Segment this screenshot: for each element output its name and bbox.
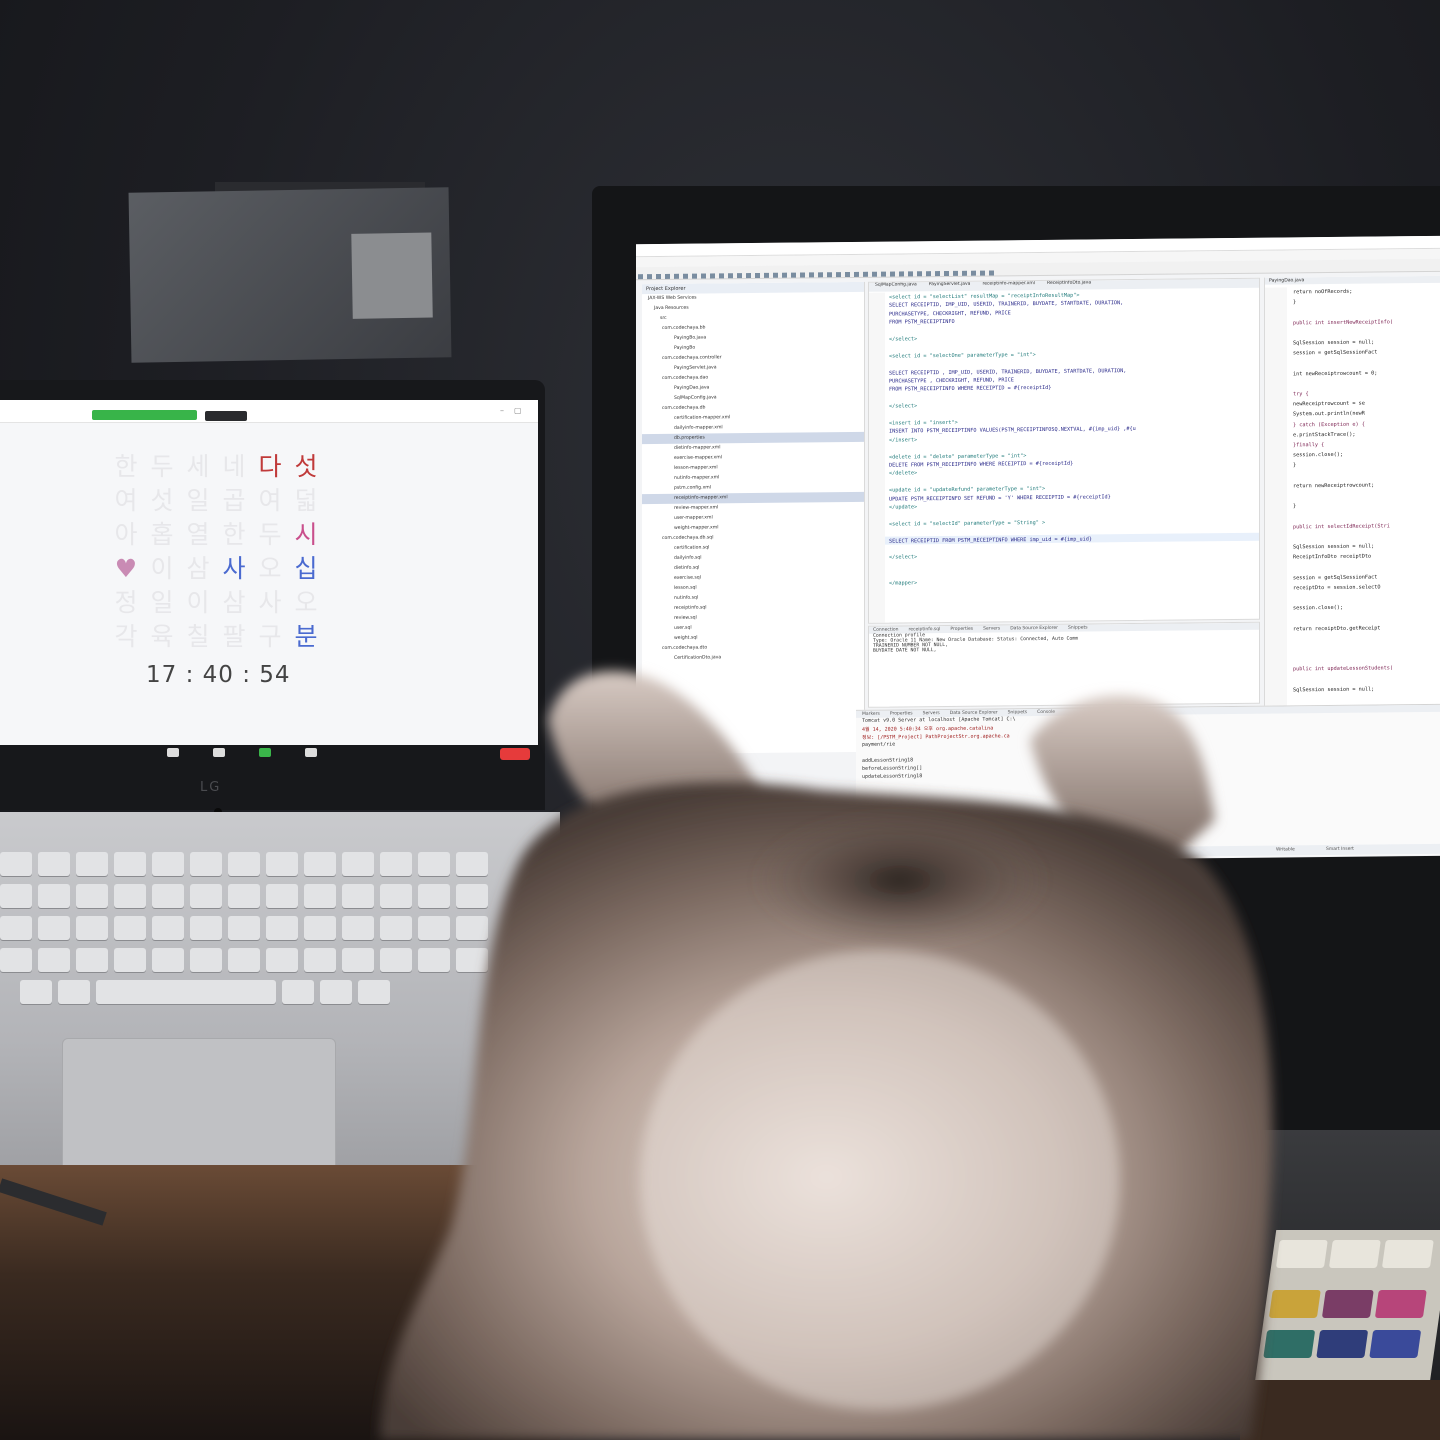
dog-crown-shadow — [750, 810, 1050, 950]
photo-scene: – ▢ 한 두 세 네 다 섯 여 섯 일 곱 여 덟 아 홉 열 한 두 시 ♥ 이 삼 사 오 십 정 일 이 삼 사 오 각 육 칠 팔 구 분… — [0, 0, 1440, 1440]
dog — [380, 671, 1273, 1440]
dog-fur-highlight — [640, 950, 1120, 1410]
